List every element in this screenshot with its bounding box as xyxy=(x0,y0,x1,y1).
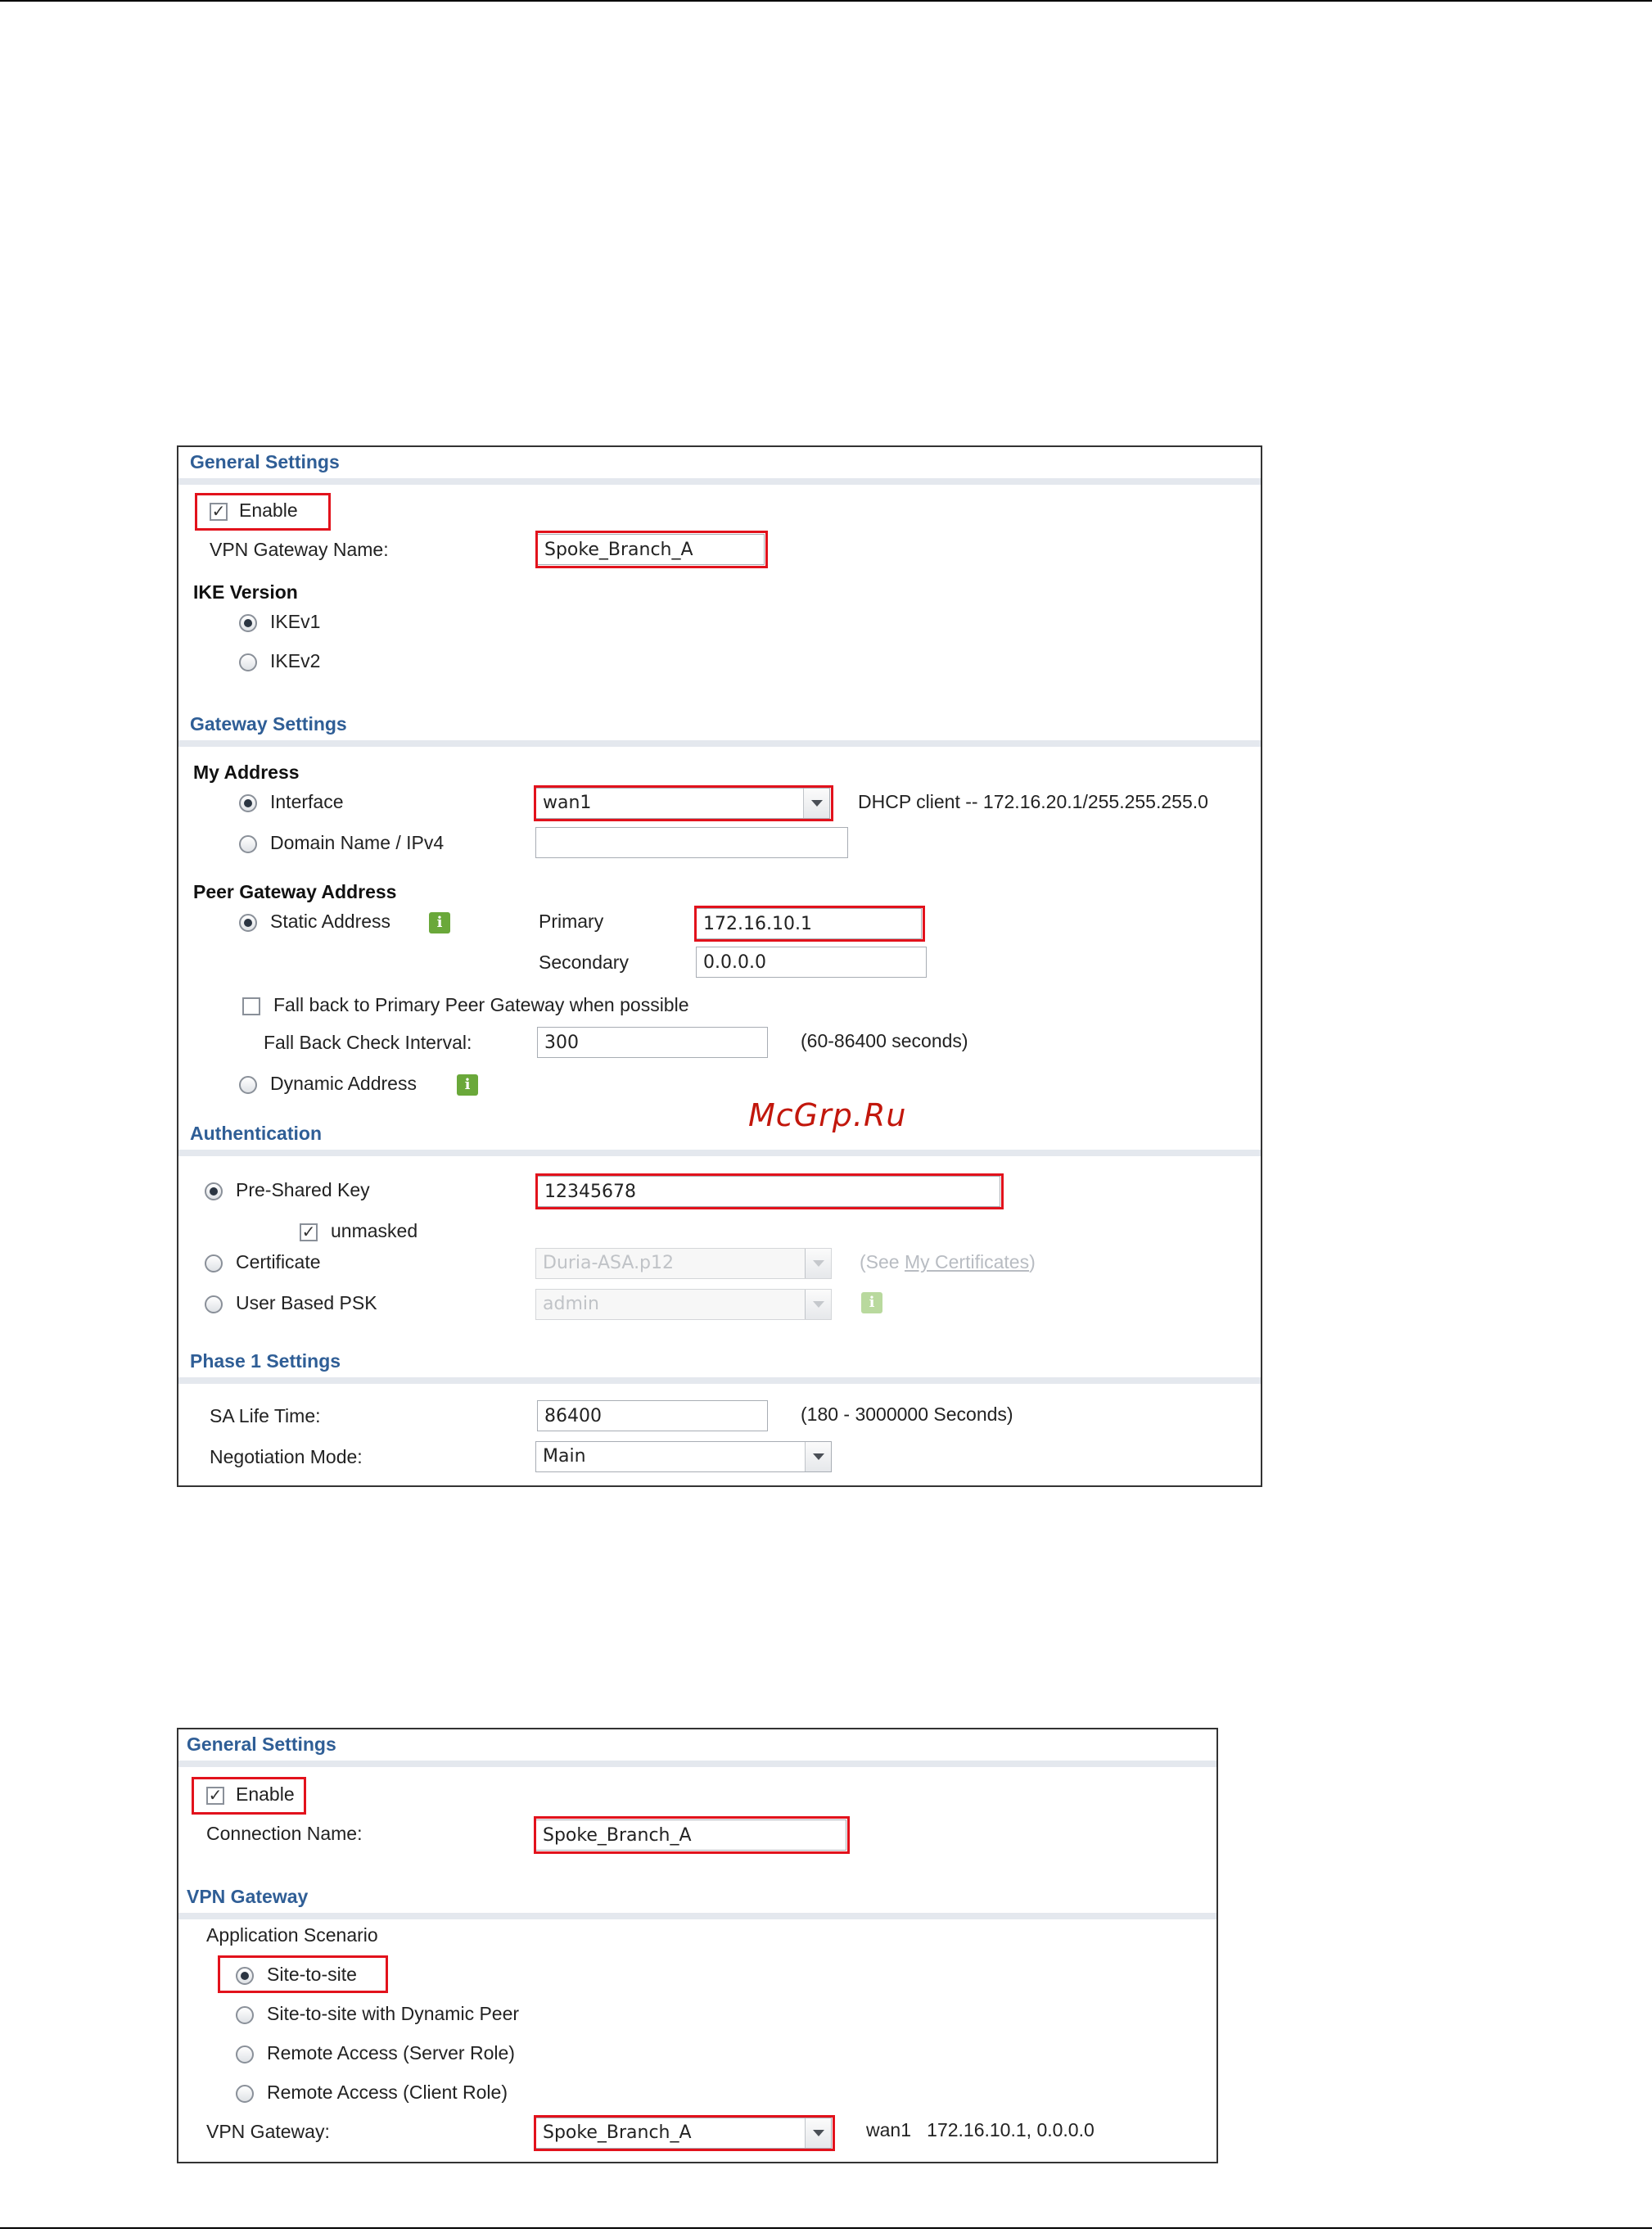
enable-label: Enable xyxy=(239,499,298,521)
psk-radio[interactable] xyxy=(205,1182,223,1200)
info-icon[interactable]: i xyxy=(429,912,450,933)
scenario-label: Site-to-site with Dynamic Peer xyxy=(267,2003,520,2024)
remote-access-server-radio[interactable] xyxy=(236,2045,254,2063)
watermark-text: McGrp.Ru xyxy=(748,1097,907,1133)
see-prefix: (See xyxy=(860,1251,905,1272)
psk-highlight xyxy=(535,1173,1004,1209)
scenario-label: Remote Access (Server Role) xyxy=(267,2042,515,2063)
chevron-down-icon[interactable] xyxy=(805,1290,831,1319)
section-title: VPN Gateway xyxy=(187,1886,309,1907)
vpn-gateway-panel: General Settings ✓ Enable VPN Gateway Na… xyxy=(177,445,1262,1487)
gateway-settings-header: Gateway Settings xyxy=(178,709,1261,747)
section-title: Authentication xyxy=(190,1123,322,1144)
chevron-down-icon[interactable] xyxy=(805,1249,831,1278)
sa-life-range: (180 - 3000000 Seconds) xyxy=(801,1404,1013,1425)
certificate-select[interactable]: Duria-ASA.p12 xyxy=(535,1248,832,1279)
fallback-label: Fall back to Primary Peer Gateway when p… xyxy=(273,994,689,1015)
chevron-down-icon[interactable] xyxy=(805,1442,831,1471)
enable-checkbox[interactable]: ✓ xyxy=(206,1787,224,1805)
certificate-value: Duria-ASA.p12 xyxy=(543,1253,675,1273)
dynamic-address-radio[interactable] xyxy=(239,1076,257,1094)
user-psk-value: admin xyxy=(543,1294,599,1314)
negotiation-value: Main xyxy=(543,1446,586,1467)
ikev2-label: IKEv2 xyxy=(270,650,321,671)
section-divider xyxy=(178,1761,1216,1767)
interface-label: Interface xyxy=(270,791,344,812)
domain-input[interactable] xyxy=(535,827,848,858)
ike-version-label: IKE Version xyxy=(193,581,298,603)
secondary-input[interactable]: 0.0.0.0 xyxy=(696,947,927,978)
user-psk-select[interactable]: admin xyxy=(535,1289,832,1320)
site-to-site-dynamic-radio[interactable] xyxy=(236,2006,254,2024)
authentication-header: Authentication xyxy=(178,1119,1261,1156)
domain-label: Domain Name / IPv4 xyxy=(270,832,445,853)
section-divider xyxy=(178,478,1261,485)
primary-label: Primary xyxy=(539,911,604,932)
user-psk-label: User Based PSK xyxy=(236,1292,377,1313)
negotiation-label: Negotiation Mode: xyxy=(210,1446,363,1467)
fallback-checkbox[interactable] xyxy=(242,997,260,1015)
remote-access-client-radio[interactable] xyxy=(236,2085,254,2103)
site-to-site-radio[interactable] xyxy=(236,1967,254,1985)
connection-name-label: Connection Name: xyxy=(206,1823,363,1844)
my-address-label: My Address xyxy=(193,762,300,783)
section-divider xyxy=(178,1913,1216,1919)
static-address-radio[interactable] xyxy=(239,914,257,932)
section-title: Phase 1 Settings xyxy=(190,1350,341,1372)
ikev1-radio[interactable] xyxy=(239,614,257,632)
primary-highlight xyxy=(694,906,925,942)
certificate-label: Certificate xyxy=(236,1251,321,1272)
application-scenario-label: Application Scenario xyxy=(206,1924,378,1946)
vpn-gateway-header: VPN Gateway xyxy=(178,1882,1216,1919)
certificate-radio[interactable] xyxy=(205,1254,223,1272)
my-certificates-link[interactable]: My Certificates xyxy=(905,1251,1029,1272)
top-rule xyxy=(0,0,1652,2)
info-icon[interactable]: i xyxy=(457,1074,478,1096)
fallback-interval-input[interactable]: 300 xyxy=(537,1027,768,1058)
enable-label: Enable xyxy=(236,1783,295,1805)
user-psk-radio[interactable] xyxy=(205,1295,223,1313)
enable-checkbox[interactable]: ✓ xyxy=(210,503,228,521)
general-settings-header: General Settings xyxy=(178,1729,1216,1767)
section-divider xyxy=(178,1150,1261,1156)
vpn-gateway-highlight xyxy=(534,2115,835,2151)
unmasked-checkbox[interactable]: ✓ xyxy=(300,1223,318,1241)
connection-name-highlight xyxy=(534,1816,850,1854)
ikev1-label: IKEv1 xyxy=(270,611,321,632)
psk-label: Pre-Shared Key xyxy=(236,1179,370,1200)
dynamic-address-label: Dynamic Address xyxy=(270,1073,417,1094)
unmasked-label: unmasked xyxy=(331,1220,418,1241)
interface-highlight xyxy=(534,785,833,821)
ikev2-radio[interactable] xyxy=(239,653,257,671)
bottom-rule xyxy=(0,2227,1652,2229)
gateway-name-label: VPN Gateway Name: xyxy=(210,539,389,560)
vpn-gateway-label: VPN Gateway: xyxy=(206,2121,330,2142)
general-settings-header: General Settings xyxy=(178,447,1261,485)
section-title: Gateway Settings xyxy=(190,713,347,735)
negotiation-select[interactable]: Main xyxy=(535,1441,832,1472)
phase1-header: Phase 1 Settings xyxy=(178,1346,1261,1384)
section-divider xyxy=(178,1377,1261,1384)
interface-radio[interactable] xyxy=(239,794,257,812)
see-certificates: (See My Certificates) xyxy=(860,1251,1036,1273)
info-icon[interactable]: i xyxy=(861,1292,882,1313)
vpn-gateway-info: wan1 172.16.10.1, 0.0.0.0 xyxy=(866,2119,1095,2140)
secondary-label: Secondary xyxy=(539,952,629,973)
section-divider xyxy=(178,740,1261,747)
interface-info: DHCP client -- 172.16.20.1/255.255.255.0 xyxy=(858,791,1208,812)
scenario-label: Site-to-site xyxy=(267,1964,357,1985)
domain-radio[interactable] xyxy=(239,835,257,853)
fallback-interval-range: (60-86400 seconds) xyxy=(801,1030,968,1051)
vpn-connection-panel: General Settings ✓ Enable Connection Nam… xyxy=(177,1728,1218,2163)
sa-life-label: SA Life Time: xyxy=(210,1405,321,1426)
fallback-interval-label: Fall Back Check Interval: xyxy=(264,1032,472,1053)
scenario-label: Remote Access (Client Role) xyxy=(267,2082,508,2103)
section-title: General Settings xyxy=(190,451,340,472)
gateway-name-highlight xyxy=(535,531,768,568)
peer-gateway-label: Peer Gateway Address xyxy=(193,881,397,902)
section-title: General Settings xyxy=(187,1734,336,1755)
sa-life-input[interactable]: 86400 xyxy=(537,1400,768,1431)
see-suffix: ) xyxy=(1029,1251,1036,1272)
static-address-label: Static Address xyxy=(270,911,391,932)
